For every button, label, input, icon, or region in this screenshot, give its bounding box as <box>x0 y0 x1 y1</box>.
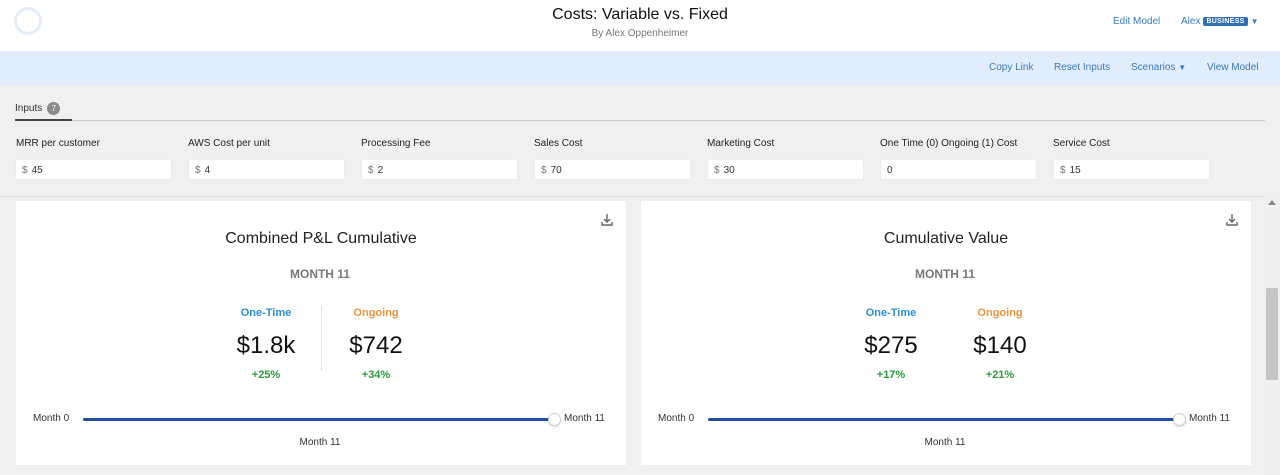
cumulative-value-card: Cumulative Value MONTH 11 One-Time $275 … <box>641 201 1251 465</box>
scrollbar-thumb[interactable] <box>1266 288 1278 380</box>
user-menu[interactable]: Alex BUSINESS ▼ <box>1181 16 1259 27</box>
input-value: 30 <box>723 165 735 176</box>
input-value: 70 <box>550 165 562 176</box>
month-slider-handle[interactable] <box>548 413 561 426</box>
ongoing-label: Ongoing <box>353 307 399 319</box>
currency-prefix: $ <box>195 165 201 176</box>
card-title: Cumulative Value <box>883 230 1009 247</box>
ongoing-change: +21% <box>985 369 1015 381</box>
service-cost-input[interactable]: $ 15 <box>1053 159 1210 180</box>
one-time-change: +25% <box>251 369 281 381</box>
tab-inputs[interactable]: Inputs 7 <box>15 102 61 115</box>
slider-min-label: Month 0 <box>658 413 695 424</box>
one-time-ongoing-cost-label: One Time (0) Ongoing (1) Cost <box>880 138 1018 149</box>
chevron-down-icon: ▼ <box>1178 63 1187 72</box>
user-name: Alex <box>1181 16 1201 27</box>
page-title: Costs: Variable vs. Fixed <box>552 6 728 23</box>
active-tab-indicator <box>15 119 72 121</box>
edit-model-link[interactable]: Edit Model <box>1113 16 1160 27</box>
input-value: 45 <box>31 165 43 176</box>
sales-cost-input[interactable]: $ 70 <box>534 159 691 180</box>
slider-max-label: Month 11 <box>1189 413 1230 424</box>
download-icon[interactable] <box>601 213 613 227</box>
download-icon[interactable] <box>1226 213 1238 227</box>
marketing-cost-input[interactable]: $ 30 <box>707 159 864 180</box>
card-title: Combined P&L Cumulative <box>225 230 417 247</box>
page-subtitle: By Alex Oppenheimer <box>591 28 689 39</box>
currency-prefix: $ <box>1060 165 1066 176</box>
plan-badge: BUSINESS <box>1203 17 1248 26</box>
app-header: Costs: Variable vs. Fixed By Alex Oppenh… <box>0 0 1280 51</box>
aws-cost-per-unit-label: AWS Cost per unit <box>188 138 270 149</box>
ongoing-value: $742 <box>349 332 403 359</box>
view-model-button[interactable]: View Model <box>1207 62 1259 73</box>
slider-caption: Month 11 <box>924 437 966 448</box>
service-cost-label: Service Cost <box>1053 138 1110 149</box>
slider-max-label: Month 11 <box>564 413 605 424</box>
mrr-per-customer-label: MRR per customer <box>16 138 100 149</box>
combined-pl-cumulative-card: Combined P&L Cumulative MONTH 11 One-Tim… <box>16 201 626 465</box>
processing-fee-label: Processing Fee <box>361 138 431 149</box>
processing-fee-input[interactable]: $ 2 <box>361 159 518 180</box>
copy-link-button[interactable]: Copy Link <box>989 62 1033 73</box>
reset-inputs-button[interactable]: Reset Inputs <box>1054 62 1110 73</box>
inputs-count-badge: 7 <box>47 102 61 115</box>
action-toolbar: Copy Link Reset Inputs Scenarios ▼ View … <box>0 51 1280 85</box>
period-label: MONTH 11 <box>914 267 975 281</box>
month-slider-track[interactable] <box>708 418 1179 421</box>
tab-inputs-label: Inputs <box>15 103 43 114</box>
mrr-per-customer-input[interactable]: $ 45 <box>15 159 172 180</box>
currency-prefix: $ <box>714 165 720 176</box>
ongoing-change: +34% <box>361 369 391 381</box>
one-time-value: $275 <box>864 332 918 359</box>
input-value: 15 <box>1069 165 1081 176</box>
month-slider-handle[interactable] <box>1173 413 1186 426</box>
slider-min-label: Month 0 <box>33 413 70 424</box>
input-value: 4 <box>204 165 211 176</box>
one-time-change: +17% <box>876 369 906 381</box>
scenarios-dropdown[interactable]: Scenarios ▼ <box>1131 62 1186 73</box>
section-divider <box>0 196 1264 197</box>
input-value: 2 <box>377 165 384 176</box>
month-slider-track[interactable] <box>83 418 554 421</box>
marketing-cost-label: Marketing Cost <box>707 138 775 149</box>
ongoing-value: $140 <box>973 332 1027 359</box>
currency-prefix: $ <box>22 165 28 176</box>
input-value: 0 <box>887 165 893 176</box>
one-time-label: One-Time <box>865 307 917 319</box>
currency-prefix: $ <box>368 165 374 176</box>
scroll-up-arrow-icon[interactable] <box>1268 200 1276 205</box>
slider-caption: Month 11 <box>299 437 341 448</box>
tab-divider <box>15 120 1265 121</box>
period-label: MONTH 11 <box>289 267 350 281</box>
one-time-ongoing-cost-input[interactable]: 0 <box>880 159 1037 180</box>
ongoing-label: Ongoing <box>977 307 1023 319</box>
one-time-label: One-Time <box>240 307 292 319</box>
sales-cost-label: Sales Cost <box>534 138 583 149</box>
scenarios-label: Scenarios <box>1131 62 1176 73</box>
aws-cost-per-unit-input[interactable]: $ 4 <box>188 159 345 180</box>
one-time-value: $1.8k <box>236 332 296 359</box>
currency-prefix: $ <box>541 165 547 176</box>
chevron-down-icon: ▼ <box>1250 17 1259 26</box>
